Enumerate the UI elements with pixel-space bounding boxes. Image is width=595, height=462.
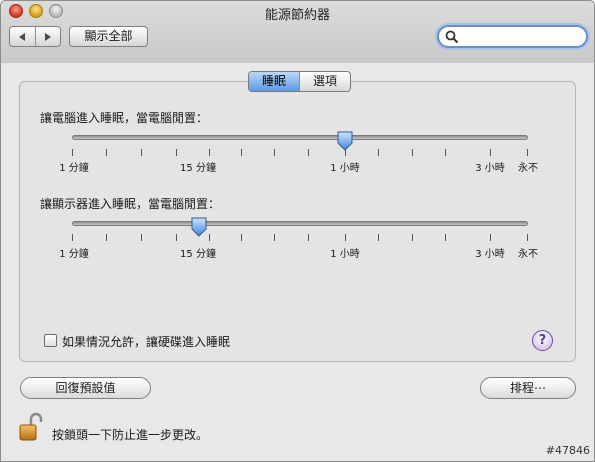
display-sleep-tick-never: 永不 (518, 249, 538, 260)
forward-arrow-icon (44, 32, 51, 41)
display-sleep-ticks (72, 234, 528, 242)
computer-sleep-slider-thumb[interactable] (337, 131, 353, 151)
computer-sleep-tick-1min: 1 分鐘 (59, 163, 89, 174)
back-button[interactable] (10, 27, 35, 46)
help-button[interactable]: ? (532, 330, 553, 351)
search-input[interactable] (461, 29, 581, 44)
watermark-id: #47846 (545, 444, 590, 457)
display-sleep-slider-track[interactable] (72, 221, 528, 226)
unlocked-padlock-icon[interactable] (19, 412, 43, 442)
display-sleep-tick-15min: 15 分鐘 (180, 249, 216, 260)
restore-defaults-button[interactable]: 回復預設值 (20, 377, 151, 399)
computer-sleep-tick-15min: 15 分鐘 (180, 163, 216, 174)
window-title: 能源節約器 (264, 8, 330, 23)
computer-sleep-ticks (72, 149, 528, 157)
display-sleep-label: 讓顯示器進入睡眠，當電腦閒置： (40, 197, 221, 211)
tab-bar: 睡眠 選項 (248, 71, 352, 92)
lock-message: 按鎖頭一下防止進一步更改。 (52, 428, 209, 442)
search-icon (445, 30, 459, 44)
display-sleep-tick-1hr: 1 小時 (330, 249, 360, 260)
disk-sleep-checkbox[interactable] (44, 334, 57, 347)
display-sleep-tick-3hr: 3 小時 (475, 249, 505, 260)
tab-sleep[interactable]: 睡眠 (249, 72, 300, 91)
energy-saver-window: 能源節約器 顯示全部 睡眠 選項 讓電腦進入睡眠，當電腦閒置： 1 分鐘 15 … (0, 0, 595, 462)
computer-sleep-slider-track[interactable] (72, 135, 528, 140)
disk-sleep-label[interactable]: 如果情況允許，讓硬碟進入睡眠 (62, 333, 230, 350)
title-bar[interactable]: 能源節約器 (1, 1, 594, 23)
computer-sleep-label: 讓電腦進入睡眠，當電腦閒置： (40, 111, 209, 125)
computer-sleep-tick-3hr: 3 小時 (475, 163, 505, 174)
schedule-button[interactable]: 排程⋯ (480, 377, 576, 399)
forward-button[interactable] (34, 27, 61, 46)
display-sleep-slider-thumb[interactable] (191, 217, 207, 237)
search-field[interactable] (437, 25, 588, 48)
computer-sleep-tick-1hr: 1 小時 (330, 163, 360, 174)
display-sleep-tick-1min: 1 分鐘 (59, 249, 89, 260)
back-forward-control (9, 26, 61, 47)
show-all-button[interactable]: 顯示全部 (69, 26, 148, 47)
computer-sleep-tick-never: 永不 (518, 163, 538, 174)
back-arrow-icon (19, 32, 26, 41)
tab-options[interactable]: 選項 (299, 72, 350, 91)
